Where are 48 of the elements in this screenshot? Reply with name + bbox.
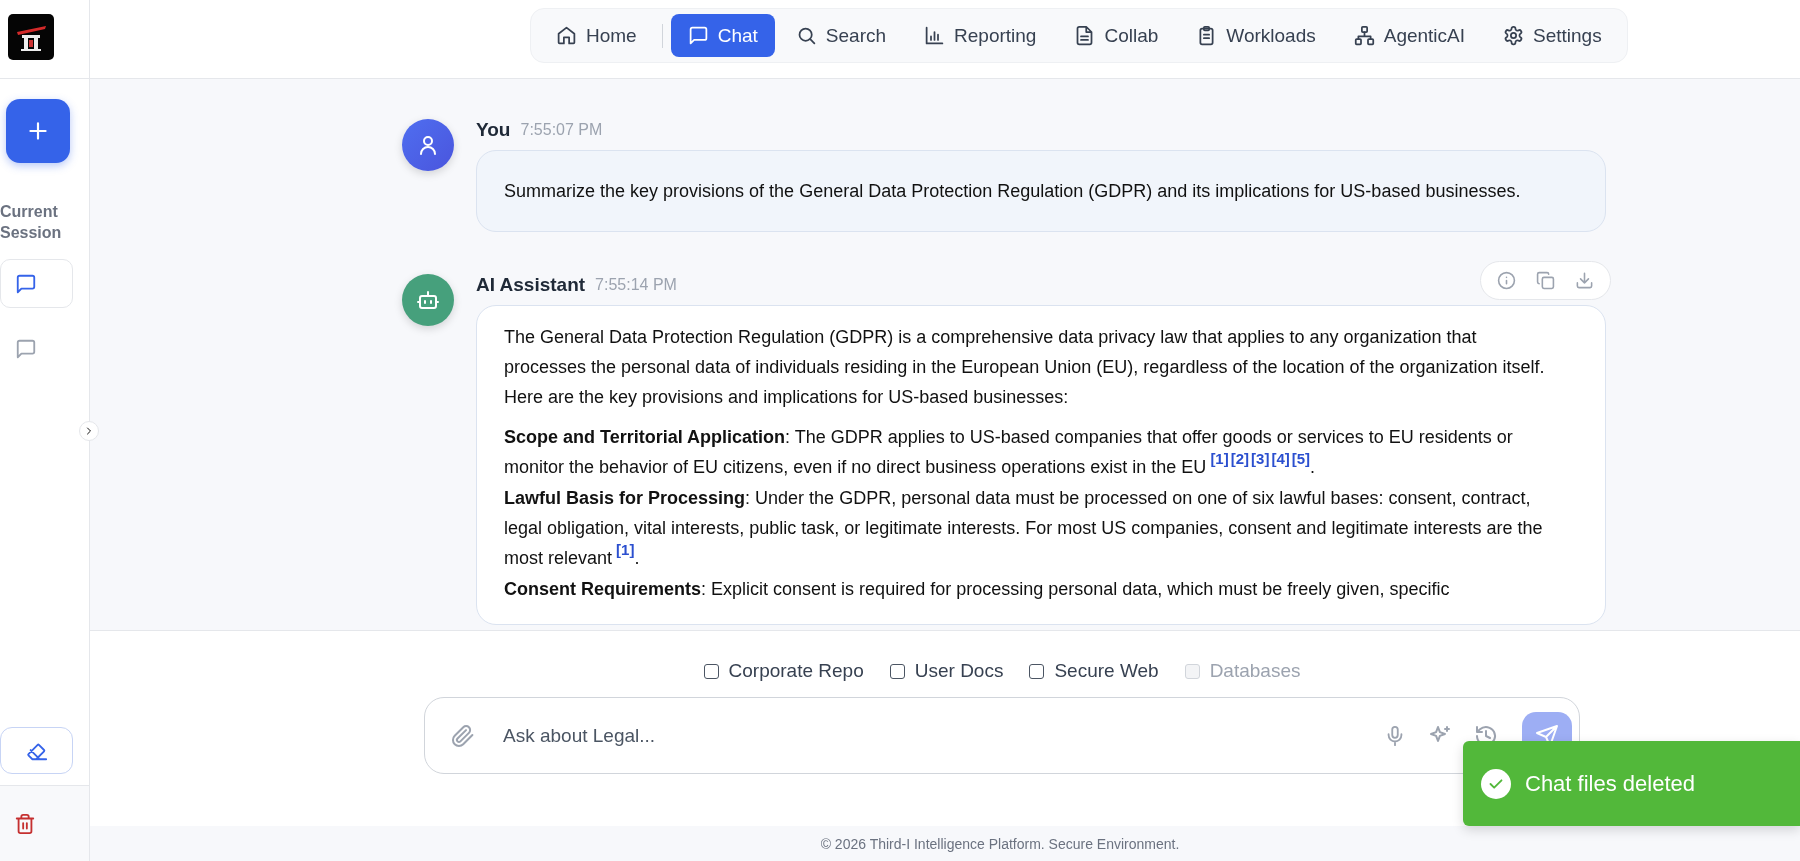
message-text: Consent Requirements: Explicit consent is required for processing personal data, which must be freely given, specific	[504, 578, 1451, 601]
clear-chat-button[interactable]	[0, 727, 73, 774]
expand-sidebar-button[interactable]	[79, 421, 99, 441]
citation-link[interactable]: [1]	[616, 541, 635, 558]
trash-icon	[14, 812, 36, 835]
nav-tab[interactable]: Search	[778, 14, 904, 57]
source-checkbox[interactable]: User Docs	[889, 653, 1004, 689]
home-icon	[556, 25, 577, 46]
footer-text: © 2026 Third-I Intelligence Platform. Secure Environment.	[820, 835, 1180, 852]
source-checkbox[interactable]: Secure Web	[1029, 653, 1159, 689]
delete-button[interactable]	[14, 812, 36, 835]
citation-link[interactable]: [4]	[1271, 450, 1290, 467]
nav-tab[interactable]: AgenticAI	[1336, 14, 1483, 57]
nav-tab[interactable]: Collab	[1057, 14, 1176, 57]
network-icon	[1353, 25, 1375, 46]
copy-icon	[1536, 271, 1555, 290]
info-icon	[1497, 271, 1516, 290]
citation-link[interactable]: [3]	[1251, 450, 1270, 467]
chat-icon	[687, 25, 709, 46]
message-input[interactable]: Ask about Legal...	[501, 719, 1366, 752]
nav-tab[interactable]: Home	[539, 14, 654, 57]
logo-icon	[8, 14, 54, 60]
bar-chart-icon	[924, 25, 946, 46]
source-checkbox[interactable]: Corporate Repo	[703, 653, 864, 689]
nav-tab[interactable]: Chat	[670, 14, 775, 57]
author-name: AI Assistant	[476, 274, 586, 296]
citation-link[interactable]: [5]	[1291, 450, 1311, 467]
timestamp: 7:55:14 PM	[595, 276, 677, 294]
author-name: You	[476, 119, 511, 141]
message-text: Summarize the key provisions of the General Data Protection Regulation (GDPR) and its implications for US-based businesses.	[504, 180, 1522, 203]
download-icon	[1575, 271, 1594, 290]
new-chat-button[interactable]	[6, 99, 70, 163]
robot-icon	[416, 288, 440, 312]
chat-icon	[15, 337, 37, 360]
message-text: Lawful Basis for Processing: Under the GDPR, personal data must be processed on one of six lawful bases: consent, contract, legal obligation, vital interests, public task, or legitimate interests. For most US companies, consent and legitimate interests are the most relevant $^{[1]}$.	[504, 487, 1544, 570]
nav-tab[interactable]: Reporting	[907, 14, 1054, 57]
message-text: The General Data Protection Regulation (GDPR) is a comprehensive data privacy law that applies to any organization that processes the personal data of individuals residing in the European Union (EU), regardless of the location of the organization itself. Here are the key provisions and implications for US-based businesses:	[504, 326, 1546, 409]
nav-tab[interactable]: Workloads	[1179, 14, 1333, 57]
section-title: Current Session	[0, 202, 63, 243]
paperclip-icon	[451, 723, 475, 748]
nav-tab[interactable]: Settings	[1486, 14, 1619, 57]
chat-icon	[15, 272, 37, 295]
message-input-field[interactable]: Ask about Legal...	[424, 697, 1580, 774]
timestamp: 7:55:07 PM	[520, 121, 603, 139]
citation-link[interactable]: [1]	[1210, 450, 1229, 467]
settings-icon	[1503, 25, 1525, 46]
citation-link[interactable]: [2]	[1230, 450, 1250, 467]
chat-session-button[interactable]	[0, 259, 73, 308]
